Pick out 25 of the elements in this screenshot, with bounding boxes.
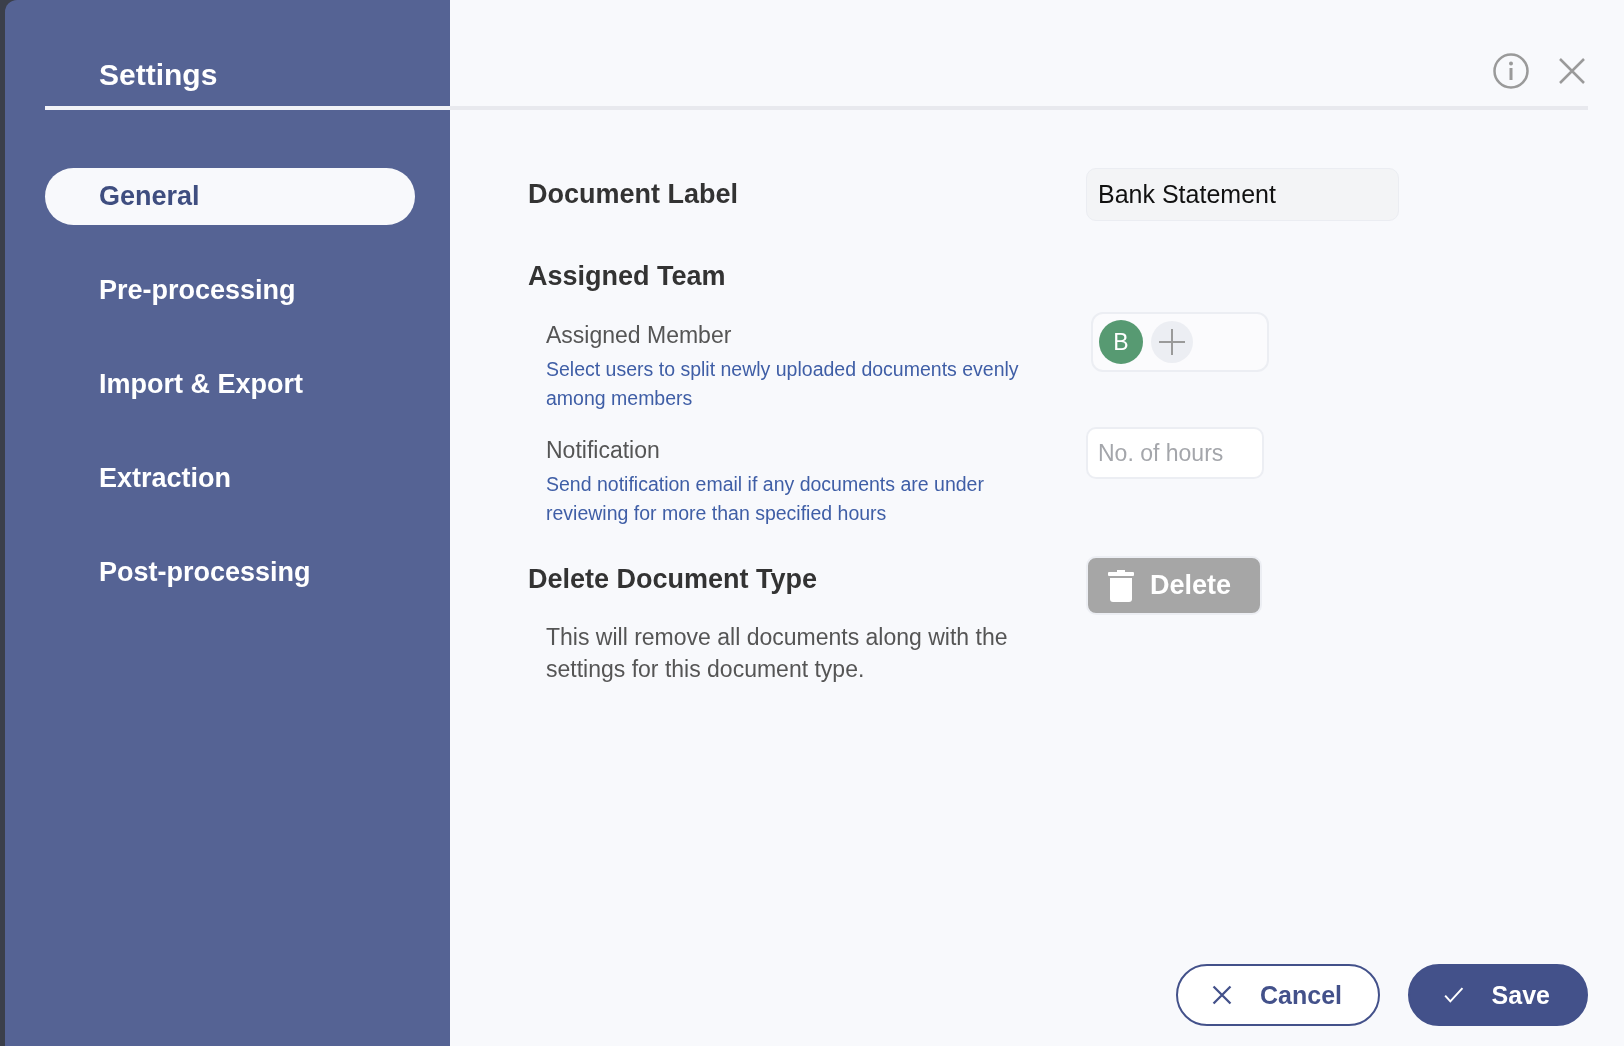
field-hint: Send notification email if any documents are under reviewing for more than specified hours bbox=[546, 472, 985, 526]
sidebar-title: Settings bbox=[99, 58, 218, 92]
field-label: Assigned Member bbox=[546, 322, 733, 349]
plus-icon bbox=[1158, 328, 1186, 356]
close-icon[interactable] bbox=[1558, 57, 1586, 85]
section-description: This will remove all documents along with the settings for this document type. bbox=[545, 623, 1009, 684]
section-title: Assigned Team bbox=[528, 261, 727, 292]
field-label: Notification bbox=[546, 437, 661, 464]
document-label-input[interactable]: Bank Statement bbox=[1086, 168, 1399, 221]
info-icon[interactable] bbox=[1492, 52, 1530, 90]
sidebar-item[interactable]: General bbox=[45, 168, 415, 225]
add-member-button[interactable] bbox=[1151, 321, 1193, 363]
member-avatar[interactable]: B bbox=[1099, 320, 1143, 364]
trash-icon bbox=[1108, 569, 1134, 602]
save-button[interactable]: Save bbox=[1408, 964, 1588, 1026]
field-label: Document Label bbox=[528, 179, 740, 210]
sidebar-item[interactable]: Extraction bbox=[45, 450, 415, 507]
sidebar-item[interactable]: Import & Export bbox=[45, 356, 415, 413]
member-picker[interactable]: B bbox=[1091, 312, 1269, 372]
section-title: Delete Document Type bbox=[528, 564, 819, 595]
field-hint: Select users to split newly uploaded documents evenly among members bbox=[546, 357, 1020, 411]
sidebar-item[interactable]: Pre-processing bbox=[45, 262, 415, 319]
cancel-button[interactable]: Cancel bbox=[1176, 964, 1380, 1026]
hours-input[interactable]: No. of hours bbox=[1086, 427, 1264, 479]
sidebar-item[interactable]: Post-processing bbox=[45, 544, 415, 601]
